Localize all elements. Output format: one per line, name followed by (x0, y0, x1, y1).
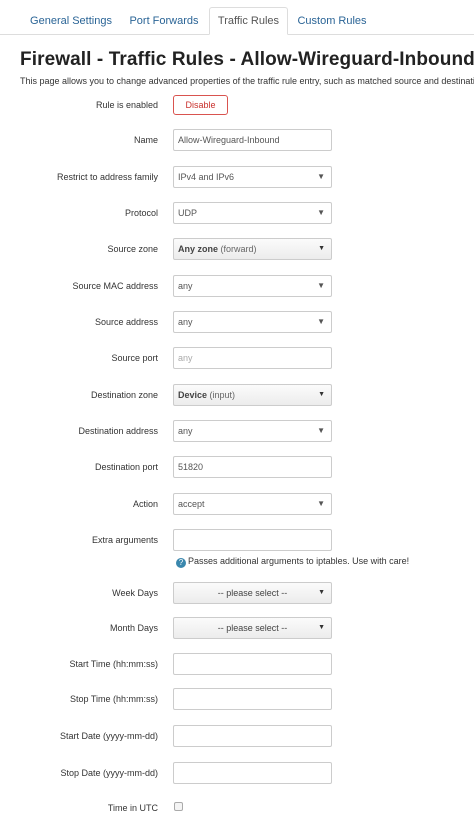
triangle-down-icon: ▼ (317, 317, 325, 326)
extra-arguments-label: Extra arguments (91, 535, 158, 545)
tab-traffic-rules[interactable]: Traffic Rules (209, 7, 288, 35)
triangle-down-icon: ▼ (318, 391, 325, 398)
source-address-value: any (178, 317, 193, 327)
family-select[interactable]: IPv4 and IPv6 ▼ (173, 166, 332, 188)
name-label: Name (133, 135, 158, 145)
triangle-down-icon: ▼ (317, 172, 325, 181)
destination-address-label: Destination address (78, 426, 158, 436)
destination-port-input[interactable]: 51820 (173, 456, 332, 478)
source-address-select[interactable]: any ▼ (173, 311, 332, 333)
utc-label: Time in UTC (107, 803, 158, 813)
source-mac-value: any (178, 281, 193, 291)
triangle-down-icon: ▼ (317, 426, 325, 435)
family-label: Restrict to address family (56, 172, 158, 182)
enabled-label: Rule is enabled (95, 100, 158, 110)
name-input[interactable]: Allow-Wireguard-Inbound (173, 129, 332, 151)
extra-arguments-help-text: Passes additional arguments to iptables.… (188, 556, 410, 566)
tab-general-settings[interactable]: General Settings (23, 8, 119, 34)
extra-arguments-help: ? Passes additional arguments to iptables… (176, 556, 409, 568)
source-port-label: Source port (111, 353, 158, 363)
start-date-input[interactable] (173, 725, 332, 747)
month-days-value: -- please select -- (217, 623, 288, 633)
destination-address-select[interactable]: any ▼ (173, 420, 332, 442)
start-time-input[interactable] (173, 653, 332, 675)
destination-zone-dropdown[interactable]: Device (input) ▼ (173, 384, 332, 406)
stop-date-label: Stop Date (yyyy-mm-dd) (60, 768, 158, 778)
week-days-dropdown[interactable]: -- please select -- ▼ (173, 582, 332, 604)
utc-checkbox[interactable] (174, 802, 183, 811)
month-days-label: Month Days (109, 623, 158, 633)
extra-arguments-input[interactable] (173, 529, 332, 551)
tab-port-forwards[interactable]: Port Forwards (122, 8, 206, 34)
protocol-label: Protocol (124, 208, 158, 218)
destination-port-label: Destination port (94, 462, 158, 472)
action-value: accept (178, 499, 205, 509)
triangle-down-icon: ▼ (317, 281, 325, 290)
week-days-label: Week Days (112, 588, 158, 598)
source-zone-label: Source zone (107, 244, 158, 254)
stop-time-label: Stop Time (hh:mm:ss) (69, 694, 158, 704)
triangle-down-icon: ▼ (317, 208, 325, 217)
destination-zone-value: Device (178, 390, 208, 400)
destination-zone-label: Destination zone (90, 390, 158, 400)
triangle-down-icon: ▼ (317, 499, 325, 508)
protocol-select[interactable]: UDP ▼ (173, 202, 332, 224)
stop-date-input[interactable] (173, 762, 332, 784)
action-label: Action (132, 499, 158, 509)
source-address-label: Source address (94, 317, 158, 327)
source-zone-value: Any zone (178, 244, 219, 254)
action-select[interactable]: accept ▼ (173, 493, 332, 515)
start-time-label: Start Time (hh:mm:ss) (69, 659, 158, 669)
source-mac-label: Source MAC address (72, 281, 158, 291)
source-zone-dropdown[interactable]: Any zone (forward) ▼ (173, 238, 332, 260)
week-days-value: -- please select -- (217, 588, 288, 598)
destination-address-value: any (178, 426, 193, 436)
page-title: Firewall - Traffic Rules - Allow-Wiregua… (20, 49, 474, 70)
source-zone-sub: (forward) (220, 244, 257, 254)
page-description: This page allows you to change advanced … (20, 76, 474, 86)
triangle-down-icon: ▼ (318, 245, 325, 252)
protocol-value: UDP (178, 208, 198, 218)
source-port-input[interactable]: any (173, 347, 332, 369)
tab-bar: General Settings Port Forwards Traffic R… (0, 0, 474, 35)
month-days-dropdown[interactable]: -- please select -- ▼ (173, 617, 332, 639)
info-icon: ? (176, 558, 186, 568)
stop-time-input[interactable] (173, 688, 332, 710)
disable-button[interactable]: Disable (173, 95, 228, 115)
source-mac-select[interactable]: any ▼ (173, 275, 332, 297)
triangle-down-icon: ▼ (318, 589, 325, 596)
tab-custom-rules[interactable]: Custom Rules (291, 8, 373, 34)
triangle-down-icon: ▼ (318, 624, 325, 631)
family-value: IPv4 and IPv6 (178, 172, 235, 182)
destination-zone-sub: (input) (209, 390, 236, 400)
start-date-label: Start Date (yyyy-mm-dd) (59, 731, 158, 741)
